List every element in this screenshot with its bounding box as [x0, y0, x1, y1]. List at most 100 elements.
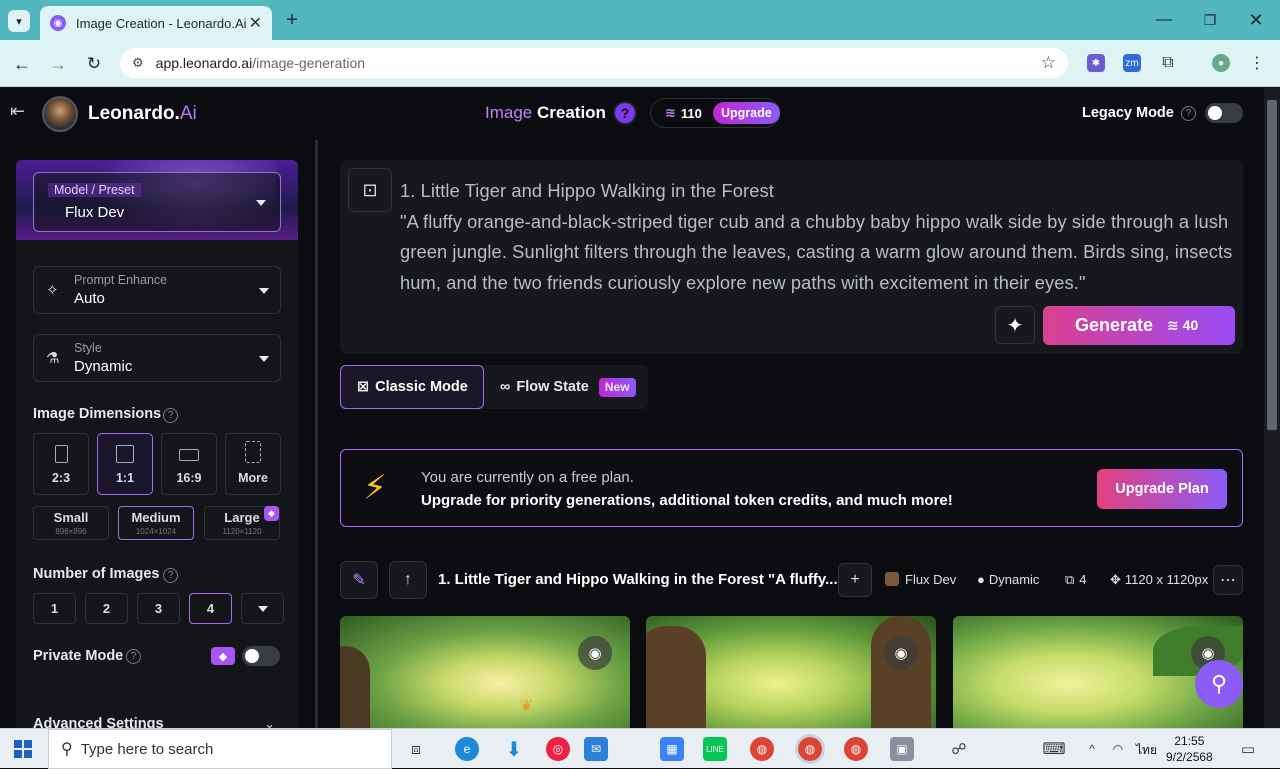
- generated-image-1[interactable]: ❦ ◉: [340, 616, 630, 728]
- token-icon: ≋ 40: [1167, 317, 1199, 333]
- url-path: /image-generation: [252, 55, 366, 71]
- task-view-icon[interactable]: ⧈: [404, 737, 428, 761]
- chrome-active-icon[interactable]: ◍: [795, 734, 825, 764]
- legacy-mode-toggle[interactable]: [1205, 103, 1243, 123]
- help-icon[interactable]: ?: [613, 101, 637, 125]
- num-images-2[interactable]: 2: [85, 593, 128, 624]
- private-mode-help-icon[interactable]: ?: [126, 649, 141, 664]
- chevron-down-icon: [259, 288, 269, 294]
- token-count: 110: [680, 105, 702, 121]
- restore-button[interactable]: ❐: [1198, 8, 1222, 32]
- brand-name[interactable]: Leonardo.Ai: [88, 103, 197, 125]
- menu-kebab-icon[interactable]: ⋮: [1248, 54, 1266, 72]
- prompt-enhance-label: Prompt Enhance: [74, 273, 168, 287]
- app2-icon[interactable]: ▣: [890, 737, 914, 761]
- prompt-enhance-select[interactable]: ✧ Prompt Enhance Auto: [33, 266, 281, 314]
- forward-arrow-icon[interactable]: →: [46, 52, 70, 76]
- premium-gem-icon: ◆: [211, 647, 235, 665]
- chrome-icon[interactable]: ◍: [750, 737, 774, 761]
- dimensions-help-icon[interactable]: ?: [163, 408, 178, 423]
- generation-title[interactable]: 1. Little Tiger and Hippo Walking in the…: [438, 571, 838, 588]
- app-header: ⇤ Leonardo.Ai Image Creation ? ≋ 110 Upg…: [0, 88, 1264, 138]
- keyboard-icon[interactable]: ⌨: [1042, 737, 1066, 761]
- address-bar[interactable]: ⚙ app.leonardo.ai/image-generation ☆: [120, 48, 1068, 78]
- profile-avatar[interactable]: ●: [1212, 54, 1230, 72]
- num-images-help-icon[interactable]: ?: [163, 568, 178, 583]
- people-icon[interactable]: ☍: [947, 737, 971, 761]
- legacy-mode-label: Legacy Mode: [1082, 105, 1174, 121]
- model-preset-select[interactable]: Model / Preset Flux Dev: [33, 172, 281, 232]
- store-icon[interactable]: ▦: [660, 737, 684, 761]
- prompt-input[interactable]: 1. Little Tiger and Hippo Walking in the…: [400, 176, 1235, 298]
- search-zoom-icon[interactable]: ⚲: [1195, 660, 1243, 708]
- tab-search-button[interactable]: ▾: [8, 10, 30, 32]
- reload-icon[interactable]: ↻: [82, 52, 106, 76]
- mail-icon[interactable]: ✉: [584, 737, 608, 761]
- portrait-shape-icon: [54, 445, 68, 463]
- close-tab-icon[interactable]: ✕: [249, 13, 262, 33]
- notification-icon[interactable]: ▭: [1236, 737, 1260, 761]
- url-host: app.leonardo.ai: [155, 55, 253, 71]
- private-mode-toggle[interactable]: [242, 646, 280, 666]
- browser-tab[interactable]: ◉ Image Creation - Leonardo.Ai ✕: [40, 6, 272, 40]
- puzzle-extensions-icon[interactable]: ⧉: [1159, 54, 1177, 72]
- page-scrollbar[interactable]: [1264, 88, 1280, 728]
- downloads-icon[interactable]: ⬇: [502, 737, 526, 761]
- size-medium[interactable]: Medium 1024×1024: [118, 506, 194, 540]
- browser-tab-bar: ▾ ◉ Image Creation - Leonardo.Ai ✕ + — ❐…: [0, 0, 1280, 40]
- ratio-1-1[interactable]: 1:1: [97, 433, 153, 495]
- move-icon: ✥: [1110, 572, 1121, 587]
- line-icon[interactable]: LINE: [703, 737, 727, 761]
- eye-icon[interactable]: ◉: [884, 636, 918, 670]
- prompt-magic-icon[interactable]: ✦: [995, 306, 1035, 344]
- extension-icon[interactable]: ✱: [1087, 54, 1105, 72]
- model-thumbnail: [885, 572, 899, 586]
- ratio-2-3[interactable]: 2:3: [33, 433, 89, 495]
- bookmark-star-icon[interactable]: ☆: [1041, 53, 1056, 73]
- chrome-profile-icon[interactable]: ◍: [844, 737, 868, 761]
- upgrade-plan-button[interactable]: Upgrade Plan: [1097, 469, 1227, 509]
- flow-state-tab[interactable]: ∞ Flow State New: [500, 365, 636, 409]
- site-info-icon[interactable]: ⚙: [132, 55, 144, 71]
- sparkle-icon: ✧: [46, 282, 59, 299]
- square-shape-icon: [116, 445, 134, 463]
- clock[interactable]: 21:55 9/2/2568: [1166, 733, 1213, 765]
- more-options-icon[interactable]: ⋯: [1213, 565, 1243, 595]
- legacy-help-icon[interactable]: ?: [1181, 106, 1196, 121]
- zoom-extension-icon[interactable]: zm: [1123, 54, 1141, 72]
- arrow-up-icon[interactable]: ↑: [389, 561, 427, 599]
- lightning-icon: ⚡: [363, 469, 387, 507]
- generate-button[interactable]: Generate ≋ 40: [1043, 306, 1235, 345]
- chevron-up-icon[interactable]: ^: [1080, 737, 1104, 761]
- image-prompt-icon[interactable]: ⊡: [348, 168, 392, 212]
- sidebar-scrollbar[interactable]: [315, 140, 318, 730]
- mode-switch: ⊠ Classic Mode ∞ Flow State New: [340, 365, 648, 409]
- windows-start-icon[interactable]: [14, 740, 32, 758]
- ratio-more[interactable]: More: [225, 433, 281, 495]
- wifi-icon[interactable]: ◠: [1106, 737, 1130, 761]
- collapse-back-icon[interactable]: ⇤: [10, 101, 25, 122]
- new-tab-button[interactable]: +: [280, 8, 304, 32]
- num-images-3[interactable]: 3: [137, 593, 180, 624]
- magic-wand-icon[interactable]: ✎: [340, 561, 378, 599]
- num-images-more[interactable]: [241, 593, 284, 624]
- generated-image-2[interactable]: ◉: [646, 616, 936, 728]
- taskbar-search[interactable]: ⚲ Type here to search: [48, 729, 392, 769]
- minimize-button[interactable]: —: [1152, 8, 1176, 32]
- edge-icon[interactable]: e: [455, 737, 479, 761]
- add-icon[interactable]: +: [838, 563, 872, 597]
- num-images-1[interactable]: 1: [33, 593, 76, 624]
- num-images-4[interactable]: 4: [189, 593, 232, 624]
- close-window-button[interactable]: ✕: [1244, 8, 1268, 32]
- eye-icon[interactable]: ◉: [578, 636, 612, 670]
- style-select[interactable]: ⚗ Style Dynamic: [33, 334, 281, 382]
- back-arrow-icon[interactable]: ←: [10, 52, 34, 76]
- classic-mode-tab[interactable]: ⊠ Classic Mode: [340, 365, 484, 409]
- size-small[interactable]: Small 896×896: [33, 506, 109, 540]
- ratio-16-9[interactable]: 16:9: [161, 433, 217, 495]
- leonardo-logo[interactable]: [42, 96, 78, 132]
- upgrade-button[interactable]: Upgrade: [713, 102, 780, 124]
- app-icon[interactable]: ◎: [546, 737, 570, 761]
- token-balance[interactable]: ≋ 110 Upgrade: [650, 98, 780, 128]
- language-indicator[interactable]: ไทย: [1136, 741, 1157, 760]
